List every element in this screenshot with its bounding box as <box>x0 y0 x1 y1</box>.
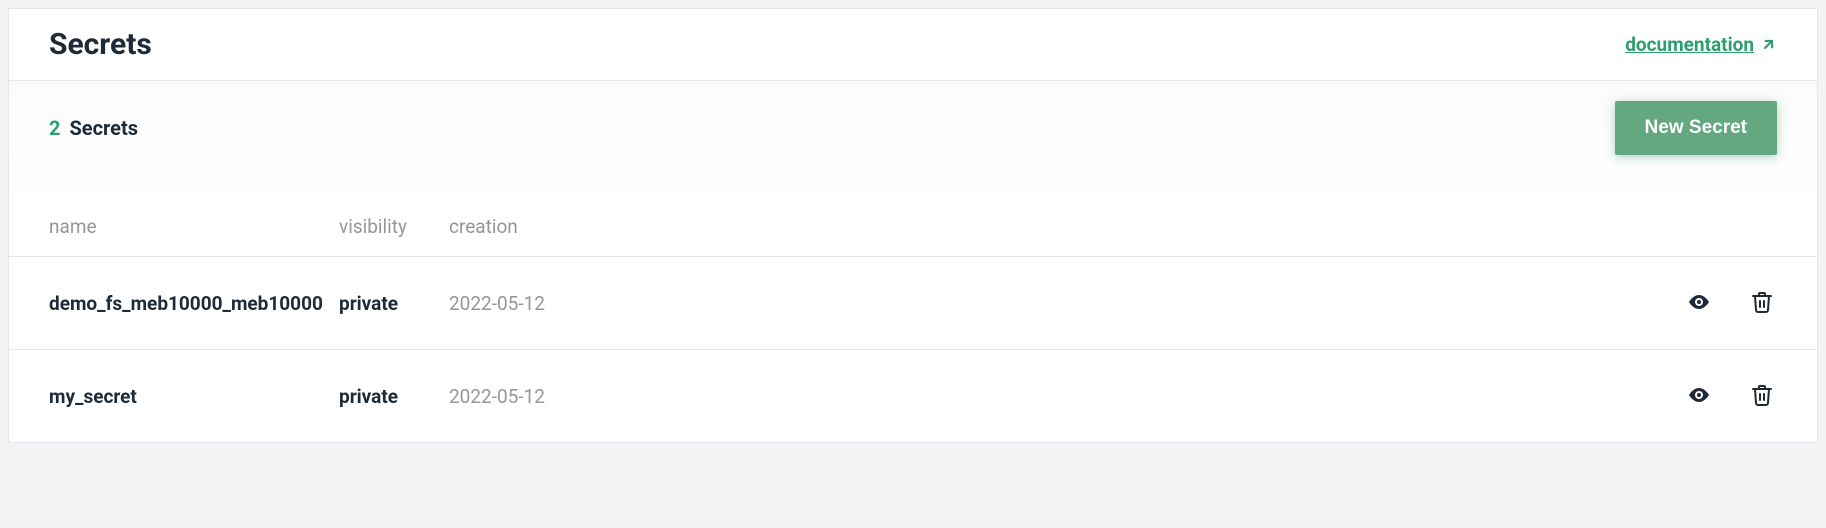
external-link-icon <box>1760 36 1777 53</box>
secret-name: demo_fs_meb10000_meb10000 <box>9 257 339 350</box>
eye-icon <box>1687 383 1711 407</box>
col-header-name: name <box>9 203 339 257</box>
delete-secret-button[interactable] <box>1747 287 1777 317</box>
table-row: my_secret private 2022-05-12 <box>9 350 1817 443</box>
secret-visibility: private <box>339 350 449 443</box>
page-title: Secrets <box>49 27 152 62</box>
eye-icon <box>1687 290 1711 314</box>
secrets-count-number: 2 <box>49 116 60 140</box>
secret-creation: 2022-05-12 <box>449 257 960 350</box>
secrets-count: 2 Secrets <box>49 116 138 140</box>
secrets-table: name visibility creation demo_fs_meb1000… <box>9 203 1817 442</box>
trash-icon <box>1750 290 1774 314</box>
secret-creation: 2022-05-12 <box>449 350 960 443</box>
table-row: demo_fs_meb10000_meb10000 private 2022-0… <box>9 257 1817 350</box>
trash-icon <box>1750 383 1774 407</box>
col-header-visibility: visibility <box>339 203 449 257</box>
documentation-link-label: documentation <box>1625 33 1754 56</box>
new-secret-button[interactable]: New Secret <box>1615 101 1777 155</box>
panel-subheader: 2 Secrets New Secret <box>9 81 1817 203</box>
view-secret-button[interactable] <box>1684 380 1714 410</box>
col-header-creation: creation <box>449 203 960 257</box>
documentation-link[interactable]: documentation <box>1625 33 1777 56</box>
secrets-panel: Secrets documentation 2 Secrets New Secr… <box>8 8 1818 443</box>
col-header-actions <box>960 203 1817 257</box>
table-header-row: name visibility creation <box>9 203 1817 257</box>
secrets-count-label: Secrets <box>69 116 138 140</box>
secret-name: my_secret <box>9 350 339 443</box>
view-secret-button[interactable] <box>1684 287 1714 317</box>
delete-secret-button[interactable] <box>1747 380 1777 410</box>
secret-visibility: private <box>339 257 449 350</box>
panel-header: Secrets documentation <box>9 9 1817 81</box>
